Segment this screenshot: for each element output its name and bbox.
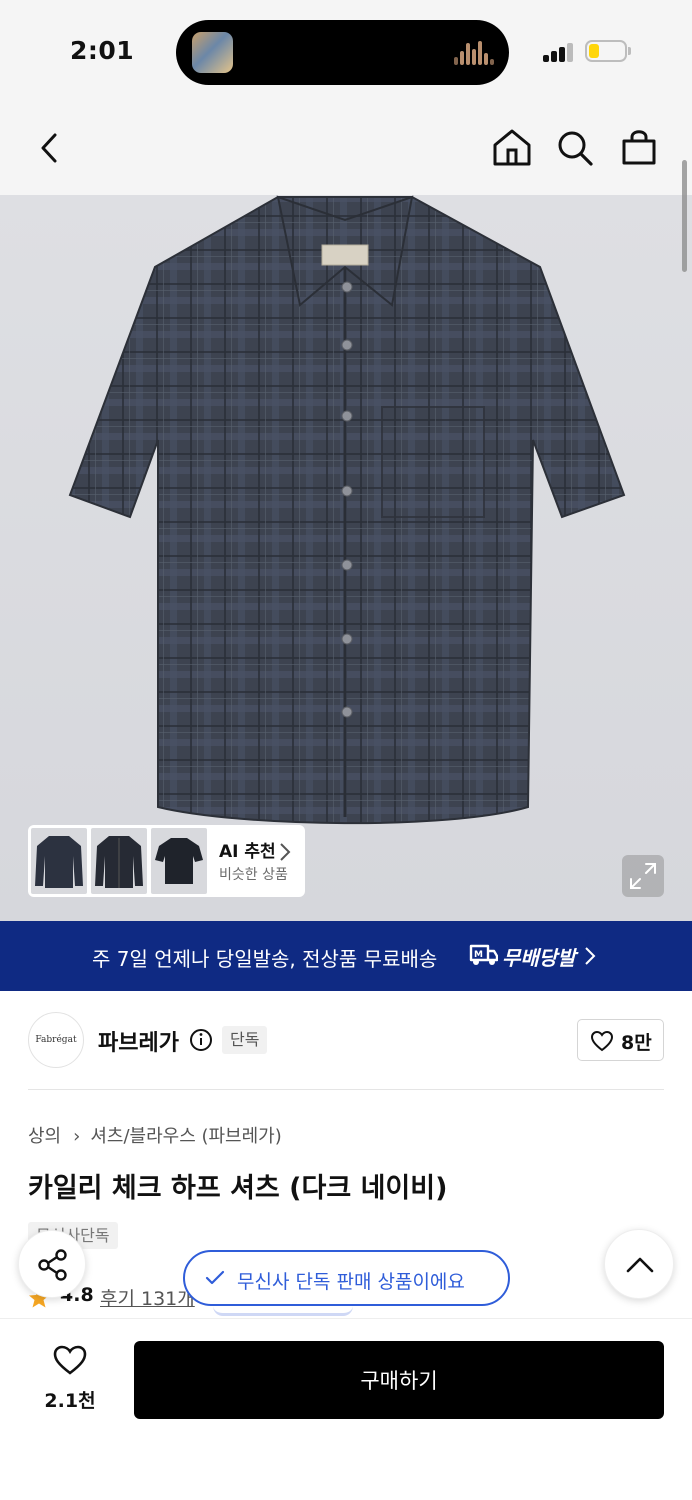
status-bar: 2:01 bbox=[0, 0, 692, 100]
brand-like-button[interactable]: 8만 bbox=[577, 1019, 664, 1061]
wishlist-count: 2.1천 bbox=[44, 1390, 96, 1412]
delivery-truck-icon: M bbox=[469, 944, 498, 965]
home-icon[interactable] bbox=[490, 126, 534, 170]
back-icon[interactable] bbox=[28, 126, 72, 170]
shirt-illustration bbox=[68, 195, 626, 825]
brand-name[interactable]: 파브레가 bbox=[98, 1025, 179, 1057]
cellular-signal-icon bbox=[543, 42, 575, 62]
heart-icon bbox=[53, 1345, 87, 1375]
page-scrollbar[interactable] bbox=[682, 160, 687, 272]
info-icon[interactable] bbox=[189, 1028, 213, 1052]
share-icon bbox=[38, 1249, 67, 1281]
status-time: 2:01 bbox=[70, 36, 135, 65]
breadcrumb-item[interactable]: 셔츠/블라우스 (파브레가) bbox=[90, 1126, 281, 1147]
divider bbox=[28, 1089, 664, 1090]
ai-recommend-card[interactable]: AI 추천 비슷한 상품 bbox=[28, 825, 305, 897]
exclusive-chip: 단독 bbox=[222, 1026, 268, 1054]
dynamic-island[interactable] bbox=[176, 20, 509, 85]
ai-recommend-subtitle: 비슷한 상품 bbox=[219, 867, 288, 883]
similar-product-thumb[interactable] bbox=[31, 828, 87, 894]
share-button[interactable] bbox=[18, 1230, 86, 1298]
ai-recommend-title: AI 추천 bbox=[219, 842, 276, 862]
chevron-right-icon: › bbox=[73, 1126, 81, 1147]
check-icon bbox=[205, 1270, 225, 1285]
battery-icon bbox=[585, 40, 631, 62]
expand-icon[interactable] bbox=[622, 855, 664, 897]
similar-product-thumb[interactable] bbox=[91, 828, 147, 894]
scroll-top-button[interactable] bbox=[604, 1229, 674, 1299]
search-icon[interactable] bbox=[553, 126, 597, 170]
product-image[interactable] bbox=[0, 195, 692, 921]
product-title: 카일리 체크 하프 셔츠 (다크 네이비) bbox=[28, 1173, 448, 1204]
toast-text: 무신사 단독 판매 상품이에요 bbox=[237, 1271, 465, 1293]
audio-wave-icon bbox=[454, 41, 494, 65]
reviews-link[interactable]: 후기 131개 bbox=[100, 1284, 195, 1311]
brand-logo[interactable]: Fabrégat bbox=[28, 1012, 84, 1068]
brand-like-count: 8만 bbox=[621, 1032, 652, 1054]
chevron-up-icon bbox=[626, 1257, 654, 1273]
chevron-right-icon bbox=[585, 947, 596, 965]
heart-icon bbox=[590, 1030, 614, 1052]
chevron-right-icon bbox=[280, 843, 291, 861]
banner-tag: 무배당발 bbox=[502, 946, 576, 970]
buy-button[interactable]: 구매하기 bbox=[134, 1341, 664, 1419]
similar-product-thumb[interactable] bbox=[151, 828, 207, 894]
top-nav-bar bbox=[0, 100, 692, 195]
now-playing-artwork bbox=[192, 32, 233, 73]
exclusive-toast: 무신사 단독 판매 상품이에요 bbox=[183, 1250, 510, 1306]
wishlist-button[interactable]: 2.1천 bbox=[40, 1344, 100, 1414]
cart-icon[interactable] bbox=[617, 126, 661, 170]
banner-text: 주 7일 언제나 당일발송, 전상품 무료배송 bbox=[92, 947, 438, 971]
breadcrumb: 상의 › 셔츠/블라우스 (파브레가) bbox=[28, 1122, 282, 1148]
breadcrumb-item[interactable]: 상의 bbox=[28, 1126, 61, 1147]
svg-text:M: M bbox=[474, 950, 483, 960]
